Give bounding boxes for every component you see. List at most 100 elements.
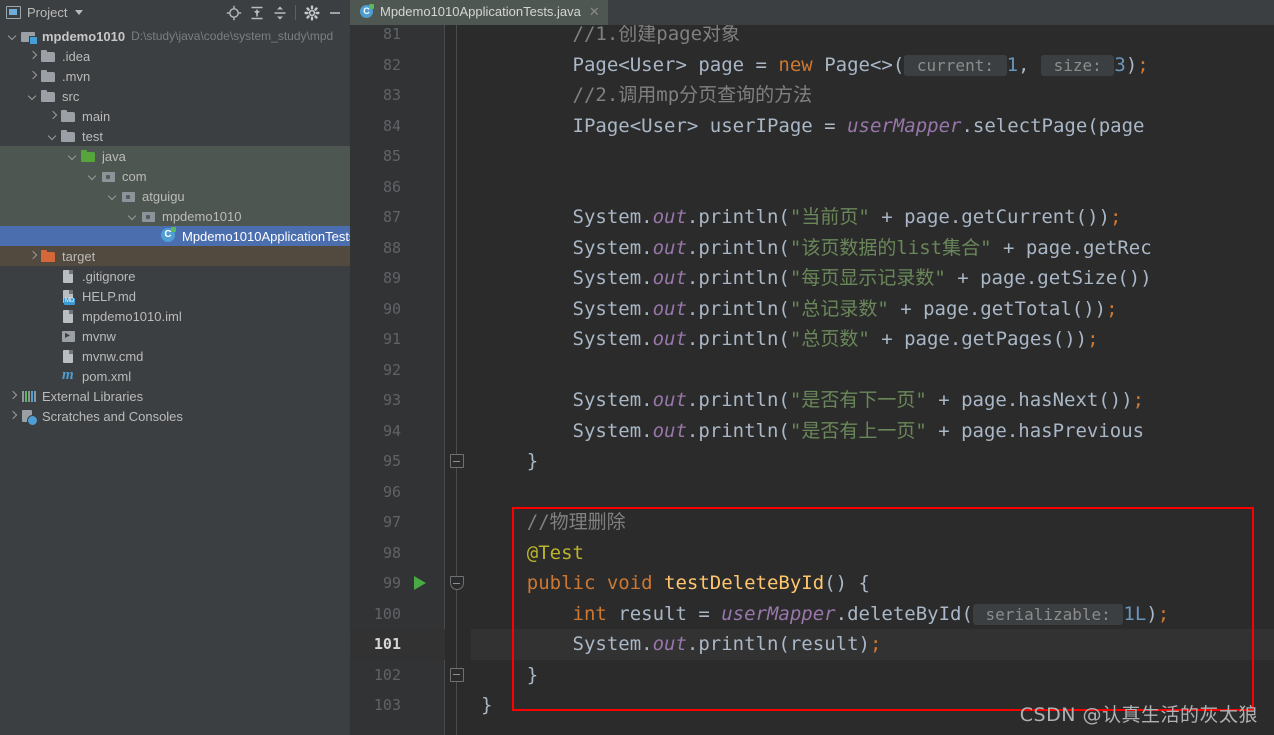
line-number-93: 93 — [382, 391, 401, 409]
tree-item-mpdemo1010applicationtests[interactable]: Mpdemo1010ApplicationTests — [0, 226, 350, 246]
chevron-down-icon[interactable] — [108, 191, 119, 202]
code-line-93: System.out.println("是否有下一页" + page.hasNe… — [471, 385, 1145, 416]
line-number-102: 102 — [373, 665, 401, 684]
tree-item-mvnw[interactable]: mvnw — [0, 326, 350, 346]
fold-marker-102[interactable] — [448, 660, 465, 691]
code-token: result = — [618, 602, 722, 625]
tree-item-mvnw-cmd[interactable]: mvnw.cmd — [0, 346, 350, 366]
code-text-area[interactable]: //1.创建page对象 Page<User> page = new Page<… — [471, 25, 1274, 735]
tree-item-mpdemo1010[interactable]: mpdemo1010 D:\study\java\code\system_stud… — [0, 26, 350, 46]
fold-marker-column[interactable] — [445, 25, 471, 735]
tree-item--mvn[interactable]: .mvn — [0, 66, 350, 86]
tree-item-com[interactable]: com — [0, 166, 350, 186]
code-token: "总记录数" — [789, 297, 889, 320]
tab-label: Mpdemo1010ApplicationTests.java — [380, 4, 581, 19]
code-token: IPage<User> — [481, 114, 710, 137]
chevron-right-icon[interactable] — [28, 71, 39, 82]
code-line-84: IPage<User> userIPage = userMapper.selec… — [471, 111, 1145, 142]
code-token: + page.getSize()) — [945, 267, 1152, 289]
tree-item--idea[interactable]: .idea — [0, 46, 350, 66]
tree-item-src[interactable]: src — [0, 86, 350, 106]
chevron-right-icon[interactable] — [48, 111, 59, 122]
tree-item-label: mvnw — [82, 328, 116, 344]
tab-Mpdemo1010ApplicationTests[interactable]: Mpdemo1010ApplicationTests.java ✕ — [350, 0, 608, 25]
code-token: , — [1018, 53, 1041, 76]
gitignore-file-icon — [61, 269, 77, 284]
code-token: System. — [481, 297, 653, 320]
chevron-down-icon[interactable] — [88, 171, 99, 182]
chevron-down-icon[interactable] — [75, 10, 84, 15]
chevron-down-icon[interactable] — [48, 131, 59, 142]
code-token: testDeleteById — [664, 572, 825, 594]
line-number-89: 89 — [382, 269, 401, 287]
project-toolbar — [222, 1, 346, 24]
code-token: .println( — [686, 267, 790, 289]
code-token: } — [481, 450, 539, 472]
code-token: = — [812, 114, 848, 137]
tree-item-target[interactable]: target — [0, 246, 350, 266]
source-folder-icon — [81, 149, 97, 164]
code-line-103: } — [471, 690, 492, 721]
code-token: 3 — [1114, 53, 1126, 76]
project-tree[interactable]: mpdemo1010 D:\study\java\code\system_stud… — [0, 25, 350, 735]
chevron-right-icon[interactable] — [28, 51, 39, 62]
code-token: public void — [481, 572, 665, 594]
tree-item-main[interactable]: main — [0, 106, 350, 126]
line-number-103: 103 — [373, 696, 401, 714]
chevron-down-icon[interactable] — [68, 151, 79, 162]
code-token: System. — [481, 419, 653, 442]
chevron-right-icon[interactable] — [28, 251, 39, 262]
gear-icon[interactable] — [300, 1, 323, 24]
code-token: "总页数" — [789, 328, 870, 350]
iml-file-icon — [61, 309, 77, 324]
code-editor[interactable]: 81 82 83 84 85 86 87 88 89 90 91 92 93 94 95 96 97 98 99 10… — [350, 25, 1274, 735]
line-number-100: 100 — [373, 604, 401, 623]
tree-item-mpdemo1010[interactable]: mpdemo1010 — [0, 206, 350, 226]
code-token: () { — [824, 572, 870, 594]
fold-marker-95[interactable] — [448, 446, 465, 477]
code-token: Page<>( — [824, 53, 905, 76]
tree-item-external-libraries[interactable]: External Libraries — [0, 386, 350, 406]
chevron-down-icon[interactable] — [28, 91, 39, 102]
tree-item-test[interactable]: test — [0, 126, 350, 146]
locate-icon[interactable] — [222, 1, 245, 24]
expand-all-icon[interactable] — [245, 1, 268, 24]
code-line-81: //1.创建page对象 — [471, 25, 741, 50]
code-line-97: //物理删除 — [471, 507, 626, 538]
line-number-97: 97 — [382, 513, 401, 531]
minimize-icon[interactable] — [323, 1, 346, 24]
scratches-icon — [21, 409, 38, 426]
code-line-87: System.out.println("当前页" + page.getCurre… — [471, 202, 1122, 233]
chevron-down-icon[interactable] — [8, 31, 19, 42]
code-token: .println( — [686, 206, 790, 228]
close-icon[interactable]: ✕ — [589, 4, 600, 20]
editor-gutter[interactable]: 81 82 83 84 85 86 87 88 89 90 91 92 93 94 95 96 97 98 99 10… — [350, 25, 445, 735]
collapse-all-icon[interactable] — [268, 1, 291, 24]
project-tool-window-header: Project — [0, 0, 350, 25]
tree-item-pom-xml[interactable]: pom.xml — [0, 366, 350, 386]
tree-item-help-md[interactable]: MD HELP.md — [0, 286, 350, 306]
tree-item--gitignore[interactable]: .gitignore — [0, 266, 350, 286]
chevron-down-icon[interactable] — [128, 211, 139, 222]
line-number-92: 92 — [382, 360, 401, 379]
chevron-right-icon[interactable] — [8, 411, 19, 422]
run-test-gutter-icon[interactable] — [412, 568, 428, 599]
project-tool-window-title[interactable]: Project — [6, 5, 84, 20]
fold-marker-99[interactable] — [448, 568, 465, 599]
tree-item-label: pom.xml — [82, 368, 132, 384]
tree-item-label: main — [82, 108, 111, 124]
tree-item-label: mvnw.cmd — [82, 348, 144, 364]
tree-item-java[interactable]: java — [0, 146, 350, 166]
tree-item-atguigu[interactable]: atguigu — [0, 186, 350, 206]
line-number-88: 88 — [382, 238, 401, 257]
tree-item-mpdemo1010-iml[interactable]: mpdemo1010.iml — [0, 306, 350, 326]
tree-item-scratches-and-consoles[interactable]: Scratches and Consoles — [0, 406, 350, 426]
chevron-right-icon[interactable] — [8, 391, 19, 402]
code-token: + page.hasNext()) — [926, 389, 1133, 411]
code-token: ; — [1087, 328, 1099, 350]
tree-item-label: test — [82, 128, 103, 144]
folder-icon — [41, 89, 57, 104]
